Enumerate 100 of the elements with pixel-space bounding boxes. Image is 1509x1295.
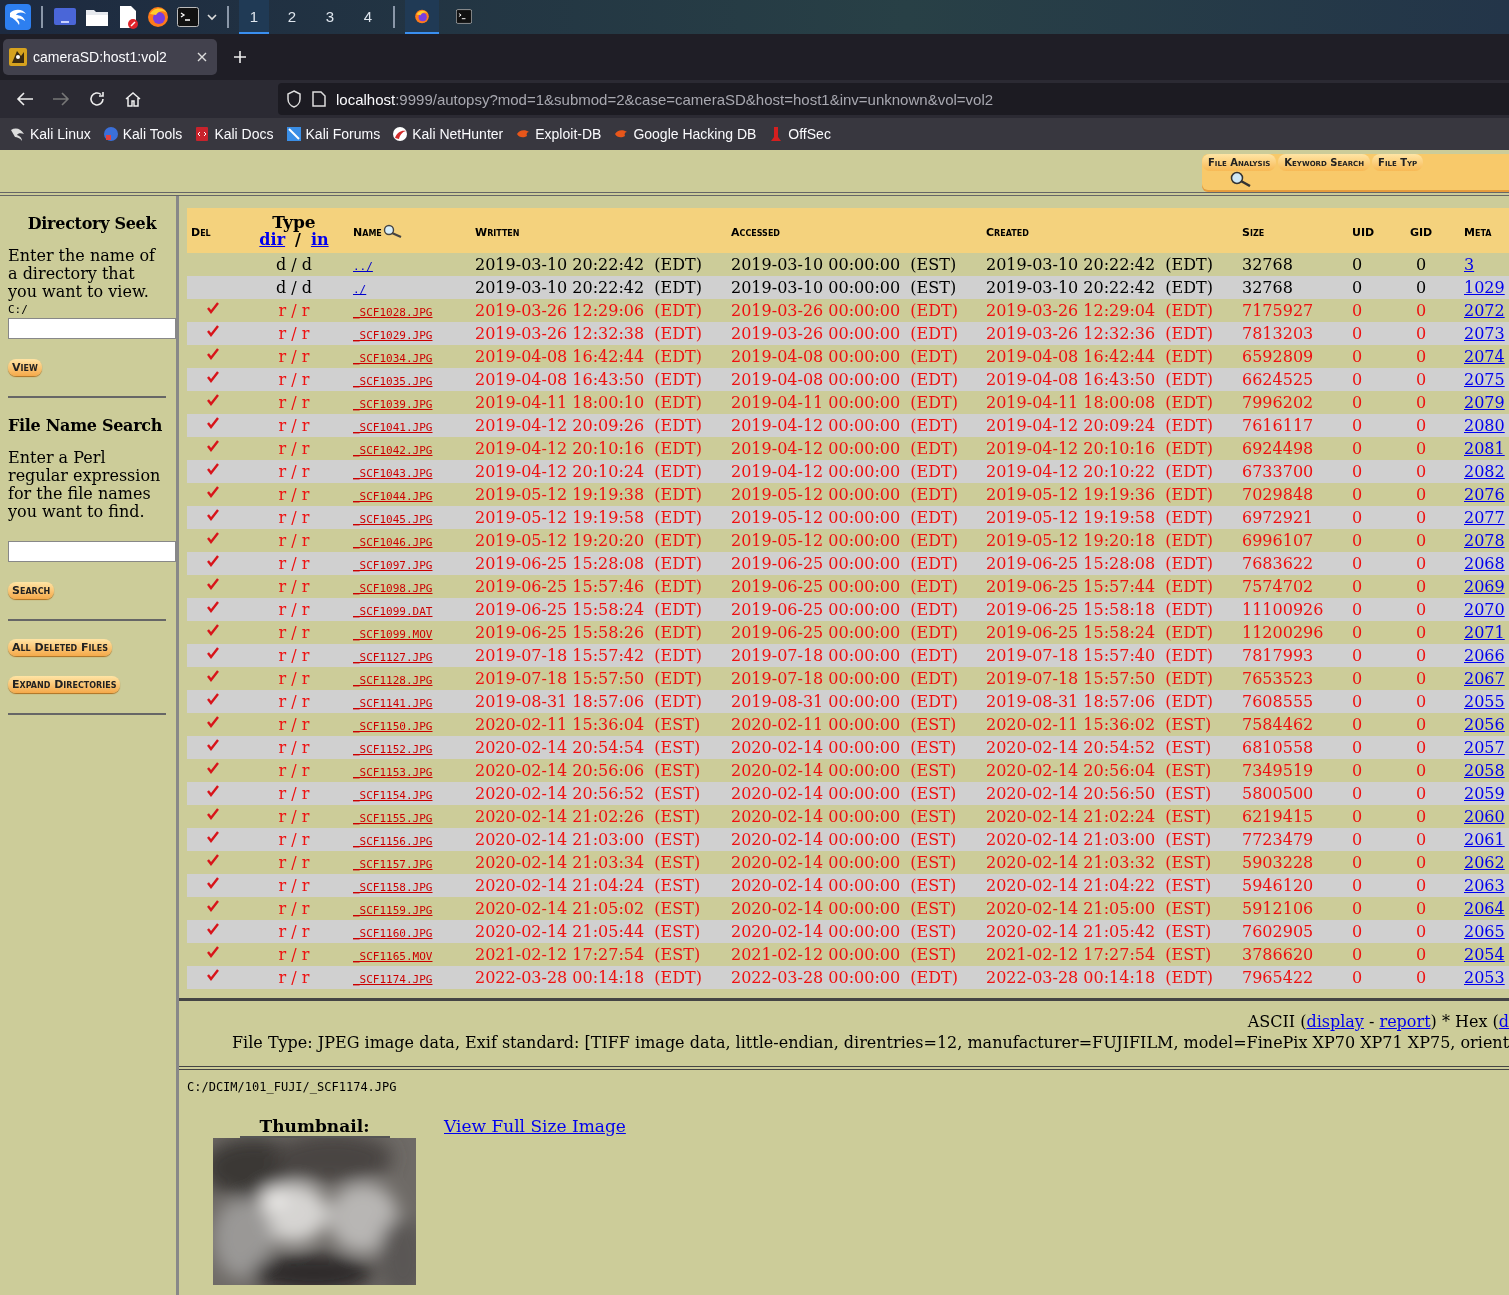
workspace-button[interactable]: 1 xyxy=(239,0,269,34)
bookmark-link[interactable]: Kali Forums xyxy=(285,126,381,142)
meta-link[interactable]: 2079 xyxy=(1464,393,1505,412)
workspace-button[interactable]: 2 xyxy=(277,0,307,34)
dir-link[interactable]: dir xyxy=(259,230,286,249)
kali-menu-icon[interactable] xyxy=(5,4,31,30)
file-link[interactable]: _SCF1098.JPG xyxy=(353,582,433,595)
shield-icon[interactable] xyxy=(286,90,302,108)
file-link[interactable]: _SCF1044.JPG xyxy=(353,490,433,503)
desktop-icon[interactable] xyxy=(53,7,77,27)
file-link[interactable]: _SCF1043.JPG xyxy=(353,467,433,480)
file-link[interactable]: _SCF1029.JPG xyxy=(353,329,433,342)
reload-icon[interactable] xyxy=(88,90,106,108)
file-link[interactable]: _SCF1159.JPG xyxy=(353,904,433,917)
meta-link[interactable]: 2060 xyxy=(1464,807,1505,826)
file-link[interactable]: _SCF1042.JPG xyxy=(353,444,433,457)
terminal-icon[interactable] xyxy=(456,8,472,24)
meta-link[interactable]: 2075 xyxy=(1464,370,1505,389)
meta-link[interactable]: 2070 xyxy=(1464,600,1505,619)
file-link[interactable]: _SCF1174.JPG xyxy=(353,973,433,986)
firefox-icon[interactable] xyxy=(147,6,169,28)
file-link[interactable]: _SCF1035.JPG xyxy=(353,375,433,388)
bookmark-link[interactable]: Kali Linux xyxy=(10,126,91,142)
meta-link[interactable]: 2068 xyxy=(1464,554,1505,573)
bookmark-link[interactable]: Kali Tools xyxy=(102,126,183,142)
view-link[interactable]: d xyxy=(1498,1012,1509,1032)
file-link[interactable]: _SCF1152.JPG xyxy=(353,743,433,756)
meta-link[interactable]: 2063 xyxy=(1464,876,1505,895)
view-button[interactable]: View xyxy=(8,359,42,376)
bookmark-link[interactable]: OffSec xyxy=(768,126,831,142)
view-link[interactable]: display xyxy=(1306,1012,1364,1032)
home-icon[interactable] xyxy=(124,90,142,108)
meta-link[interactable]: 2061 xyxy=(1464,830,1505,849)
meta-link[interactable]: 2062 xyxy=(1464,853,1505,872)
all-deleted-files-button[interactable]: All Deleted Files xyxy=(8,639,112,656)
file-link[interactable]: _SCF1128.JPG xyxy=(353,674,433,687)
file-link[interactable]: _SCF1156.JPG xyxy=(353,835,433,848)
meta-link[interactable]: 2065 xyxy=(1464,922,1505,941)
meta-link[interactable]: 2067 xyxy=(1464,669,1505,688)
file-link[interactable]: ../ xyxy=(353,260,373,273)
expand-directories-button[interactable]: Expand Directories xyxy=(8,676,121,693)
file-link[interactable]: _SCF1154.JPG xyxy=(353,789,433,802)
meta-link[interactable]: 2076 xyxy=(1464,485,1505,504)
in-link[interactable]: in xyxy=(310,230,329,249)
meta-link[interactable]: 2077 xyxy=(1464,508,1505,527)
meta-link[interactable]: 2057 xyxy=(1464,738,1505,757)
file-link[interactable]: _SCF1141.JPG xyxy=(353,697,433,710)
file-link[interactable]: _SCF1028.JPG xyxy=(353,306,433,319)
meta-link[interactable]: 2080 xyxy=(1464,416,1505,435)
bookmark-link[interactable]: Exploit-DB xyxy=(515,126,602,142)
close-icon[interactable] xyxy=(197,52,207,62)
file-link[interactable]: _SCF1045.JPG xyxy=(353,513,433,526)
file-link[interactable]: _SCF1158.JPG xyxy=(353,881,433,894)
search-icon[interactable] xyxy=(381,224,404,238)
text-editor-icon[interactable] xyxy=(117,5,139,29)
meta-link[interactable]: 2078 xyxy=(1464,531,1505,550)
directory-field[interactable] xyxy=(8,318,176,339)
file-link[interactable]: _SCF1165.MOV xyxy=(353,950,433,963)
bookmark-link[interactable]: Kali Docs xyxy=(194,126,274,142)
mode-tab[interactable]: File Analysis xyxy=(1202,154,1277,171)
caret-icon[interactable] xyxy=(207,13,217,21)
meta-link[interactable]: 2072 xyxy=(1464,301,1505,320)
browser-tab[interactable]: cameraSD:host1:vol2 xyxy=(3,39,217,75)
meta-link[interactable]: 2081 xyxy=(1464,439,1505,458)
file-link[interactable]: ./ xyxy=(353,283,367,296)
meta-link[interactable]: 2074 xyxy=(1464,347,1505,366)
filename-field[interactable] xyxy=(8,541,176,562)
file-link[interactable]: _SCF1127.JPG xyxy=(353,651,433,664)
page-icon[interactable] xyxy=(312,91,326,107)
new-tab-icon[interactable] xyxy=(233,50,247,64)
file-link[interactable]: _SCF1041.JPG xyxy=(353,421,433,434)
firefox-window-button[interactable] xyxy=(405,0,439,34)
file-link[interactable]: _SCF1099.MOV xyxy=(353,628,433,641)
meta-link[interactable]: 2082 xyxy=(1464,462,1505,481)
meta-link[interactable]: 1029 xyxy=(1464,278,1505,297)
meta-link[interactable]: 2053 xyxy=(1464,968,1505,987)
view-link[interactable]: report xyxy=(1379,1012,1431,1032)
meta-link[interactable]: 2058 xyxy=(1464,761,1505,780)
bookmark-link[interactable]: Kali NetHunter xyxy=(392,126,504,142)
file-link[interactable]: _SCF1155.JPG xyxy=(353,812,433,825)
file-link[interactable]: _SCF1160.JPG xyxy=(353,927,433,940)
workspace-button[interactable]: 4 xyxy=(353,0,383,34)
meta-link[interactable]: 3 xyxy=(1464,255,1475,274)
address-bar[interactable]: localhost:9999/autopsy?mod=1&submod=2&case=cameraSD&host=host1&inv=unknown&vol=vol2 xyxy=(278,83,1509,115)
file-link[interactable]: _SCF1046.JPG xyxy=(353,536,433,549)
terminal-icon[interactable] xyxy=(177,7,199,27)
meta-link[interactable]: 2055 xyxy=(1464,692,1505,711)
folder-icon[interactable] xyxy=(85,7,109,27)
file-link[interactable]: _SCF1097.JPG xyxy=(353,559,433,572)
mode-tab[interactable]: Keyword Search xyxy=(1278,154,1371,171)
search-button[interactable]: Search xyxy=(8,582,55,599)
workspace-button[interactable]: 3 xyxy=(315,0,345,34)
meta-link[interactable]: 2056 xyxy=(1464,715,1505,734)
file-link[interactable]: _SCF1153.JPG xyxy=(353,766,433,779)
file-link[interactable]: _SCF1099.DAT xyxy=(353,605,433,618)
firefox-icon[interactable] xyxy=(414,8,430,24)
bookmark-link[interactable]: Google Hacking DB xyxy=(613,126,757,142)
meta-link[interactable]: 2064 xyxy=(1464,899,1505,918)
view-full-size-link[interactable]: View Full Size Image xyxy=(444,1116,626,1136)
meta-link[interactable]: 2066 xyxy=(1464,646,1505,665)
